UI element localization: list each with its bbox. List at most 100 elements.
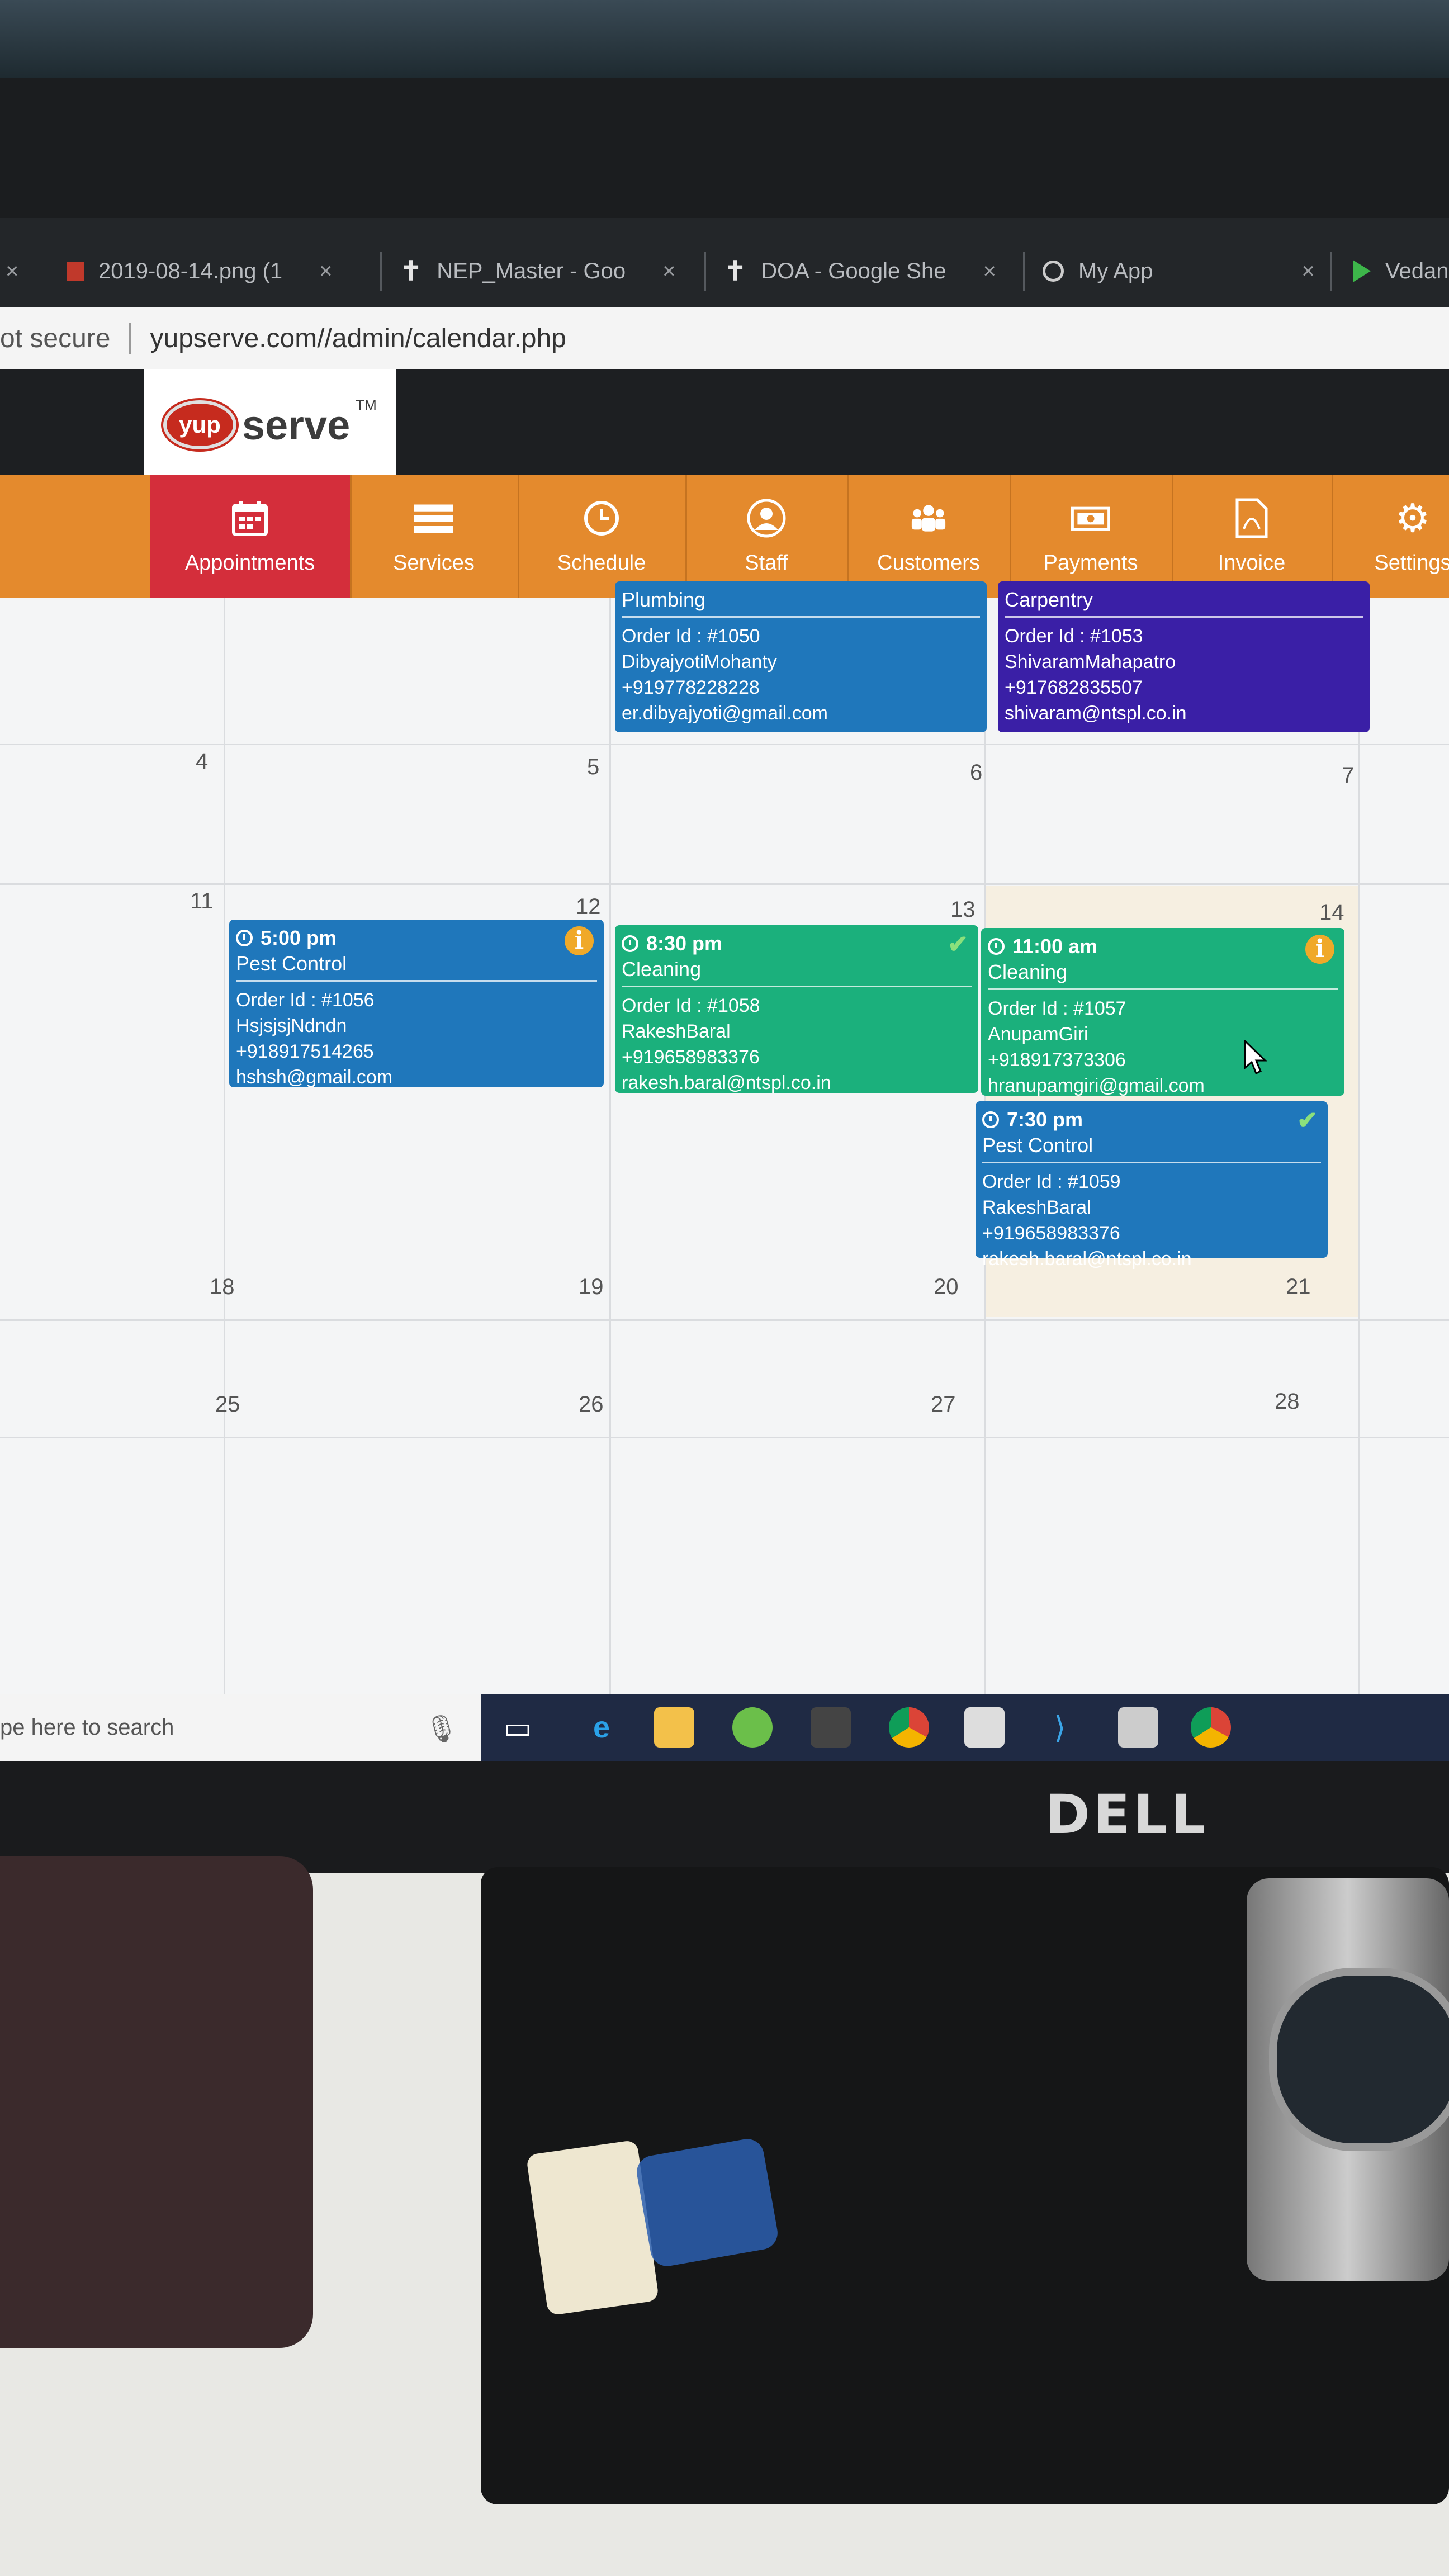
check-icon[interactable]: ✔ [1297,1108,1318,1134]
photos-icon[interactable] [811,1707,851,1748]
nav-label: Customers [877,551,980,575]
nav-schedule[interactable]: Schedule [518,475,687,598]
nav-services[interactable]: Services [350,475,519,598]
chrome-icon[interactable] [1191,1707,1231,1748]
mic-icon[interactable]: 🎙 [424,1713,458,1745]
day-divider [224,598,225,1761]
nav-payments[interactable]: Payments [1010,475,1173,598]
site-header: yup serve TM [0,369,1449,481]
order-id: Order Id : #1059 [982,1171,1121,1192]
tab-close-partial[interactable]: × [6,240,18,302]
day-number[interactable]: 4 [196,749,208,774]
sheets-icon: ✝ [400,257,423,286]
time-text: 8:30 pm [646,932,723,955]
day-number[interactable]: 14 [1319,900,1344,925]
appointment-card-1059[interactable]: 7:30 pm Pest Control Order Id : #1059 Ra… [976,1101,1328,1270]
day-number[interactable]: 25 [215,1392,240,1417]
tab-vedan[interactable]: Vedan [1353,240,1448,302]
task-view-icon[interactable]: ▭ [498,1707,538,1748]
nav-label: Payments [1043,551,1138,575]
vscode-icon[interactable]: ⟩ [1040,1707,1080,1748]
customer-email: shivaram@ntspl.co.in [1005,703,1187,724]
day-number[interactable]: 21 [1286,1275,1311,1300]
close-icon[interactable]: × [319,259,332,284]
pencil-sharpener [634,2136,780,2269]
site-logo[interactable]: yup serve TM [144,369,396,481]
card-divider [622,616,980,618]
customer-name: AnupamGiri [988,1024,1088,1045]
nav-appointments[interactable]: Appointments [150,475,352,598]
tab-image[interactable]: 2019-08-14.png (1 × [67,240,333,302]
play-icon [1353,260,1371,282]
security-indicator[interactable]: ot secure [0,323,110,354]
time-text: 7:30 pm [1007,1108,1083,1131]
day-number[interactable]: 27 [931,1392,956,1417]
day-number[interactable]: 6 [970,760,982,785]
day-number[interactable]: 28 [1275,1389,1300,1414]
tab-title: My App [1078,258,1153,283]
pdf-icon [1232,498,1271,538]
url-text[interactable]: yupserve.com//admin/calendar.php [150,323,566,354]
day-number[interactable]: 7 [1342,763,1354,788]
customer-phone: +918917373306 [988,1049,1126,1071]
close-icon[interactable]: × [983,259,996,284]
order-id: Order Id : #1050 [622,626,760,647]
service-type: Pest Control [236,952,347,975]
edge-icon[interactable]: e [581,1707,622,1748]
logo-trademark: TM [356,397,377,414]
day-number[interactable]: 20 [934,1275,959,1300]
day-number[interactable]: 19 [579,1275,604,1300]
nav-label: Staff [745,551,788,575]
calendar-icon [230,499,269,538]
day-number[interactable]: 18 [210,1275,235,1300]
info-icon[interactable]: i [1305,935,1334,964]
card-divider [988,988,1338,990]
clock-icon [988,938,1005,955]
file-explorer-icon[interactable] [654,1707,694,1748]
day-number[interactable]: 5 [587,755,599,780]
day-number[interactable]: 26 [579,1392,604,1417]
customer-phone: +918917514265 [236,1041,374,1062]
appointment-card-1053[interactable]: Carpentry Order Id : #1053 ShivaramMahap… [998,581,1370,732]
appointment-card-1056[interactable]: 5:00 pm Pest Control Order Id : #1056 Hs… [229,920,604,1088]
nav-staff[interactable]: Staff [685,475,849,598]
mouse-cursor-icon [1244,1040,1267,1075]
customer-phone: +919778228228 [622,677,760,698]
close-icon[interactable]: × [662,259,675,284]
clock-icon [582,499,621,538]
browser-tab-strip: × 2019-08-14.png (1 × ✝ NEP_Master - Goo… [0,218,1449,307]
day-number[interactable]: 11 [190,889,214,914]
chrome-icon[interactable] [889,1707,929,1748]
taskbar-search-input[interactable]: pe here to search 🎙 [0,1694,481,1761]
appointment-card-1050[interactable]: Plumbing Order Id : #1050 DibyajyotiMoha… [615,581,987,732]
nav-label: Appointments [184,551,315,575]
nav-settings[interactable]: ⚙ Settings [1332,475,1449,598]
order-id: Order Id : #1053 [1005,626,1143,647]
service-type: Pest Control [982,1134,1093,1157]
info-icon[interactable]: i [565,926,594,955]
clock-icon [236,930,253,946]
customer-phone: +919658983376 [982,1223,1120,1244]
check-icon[interactable]: ✔ [948,932,968,958]
tab-separator [704,252,706,291]
day-number[interactable]: 13 [950,897,976,922]
day-number[interactable]: 12 [576,894,601,920]
network-icon[interactable] [1118,1707,1158,1748]
nav-invoice[interactable]: Invoice [1172,475,1333,598]
taskbar: pe here to search 🎙 ▭ e ⟩ [0,1694,1449,1761]
close-icon[interactable]: × [1301,259,1314,284]
customer-name: ShivaramMahapatro [1005,651,1176,673]
appointment-card-1058[interactable]: 8:30 pm Cleaning Order Id : #1058 Rakesh… [615,925,978,1093]
tab-separator [1023,252,1025,291]
appointment-card-1057[interactable]: 11:00 am Cleaning Order Id : #1057 Anupa… [981,928,1344,1096]
tab-doa[interactable]: ✝ DOA - Google She × [724,240,996,302]
tab-nep-master[interactable]: ✝ NEP_Master - Goo × [400,240,675,302]
tab-my-app[interactable]: My App × [1043,240,1315,302]
app-icon[interactable] [732,1707,773,1748]
card-divider [622,986,972,987]
customer-email: hranupamgiri@gmail.com [988,1075,1205,1096]
address-bar[interactable]: ot secure yupserve.com//admin/calendar.p… [0,307,1449,370]
terminal-icon[interactable] [964,1707,1005,1748]
service-type: Cleaning [988,960,1068,983]
nav-customers[interactable]: Customers [847,475,1011,598]
